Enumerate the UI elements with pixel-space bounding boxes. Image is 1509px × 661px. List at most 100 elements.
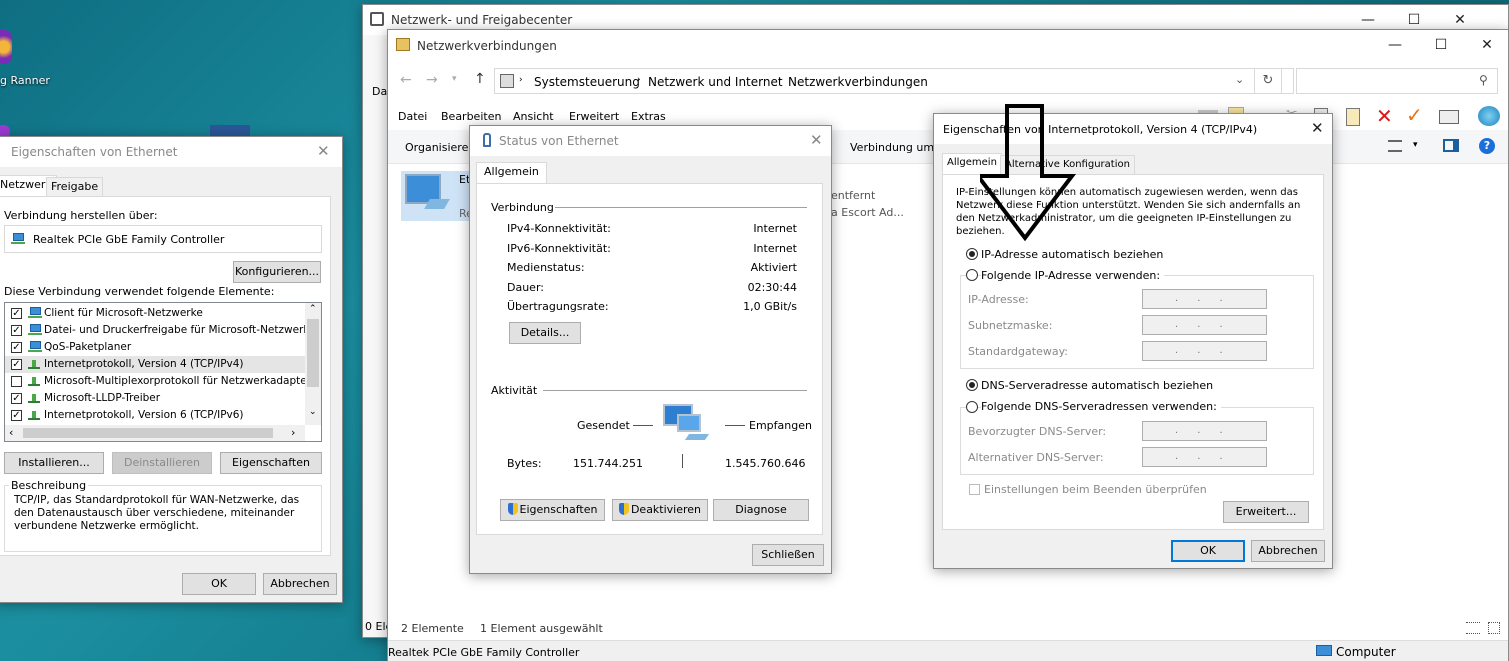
refresh-button[interactable]: ↻ [1254,68,1282,94]
title-bar: Eigenschaften von Ethernet ✕ [0,137,342,167]
menu-erweitert[interactable]: Erweitert [569,110,619,123]
dns2-field[interactable]: . . . [1142,447,1267,467]
breadcrumb-netzwerkverbindungen[interactable]: Netzwerkverbindungen [788,75,928,89]
details-button[interactable]: Details... [509,322,581,344]
disable-button[interactable]: Deaktivieren [612,499,708,521]
menu-ansicht[interactable]: Ansicht [513,110,554,123]
paste-icon[interactable] [1346,108,1360,126]
close-button[interactable]: ✕ [317,142,330,160]
breadcrumb-systemsteuerung[interactable]: Systemsteuerung [534,75,640,89]
ip-auto-radio[interactable] [966,248,978,260]
dns-manual-label[interactable]: Folgende DNS-Serveradressen verwenden: [981,400,1221,413]
component-item[interactable]: ✓ QoS-Paketplaner [5,339,305,356]
configure-button[interactable]: Konfigurieren... [233,261,321,283]
component-item[interactable]: ✓ Microsoft-LLDP-Treiber [5,390,305,407]
component-item[interactable]: Microsoft-Multiplexorprotokoll für Netzw… [5,373,311,390]
component-checkbox[interactable]: ✓ [11,325,22,336]
dns-manual-radio[interactable] [966,401,978,413]
uninstall-button[interactable]: Deinstallieren [112,452,212,474]
subnet-field[interactable]: . . . [1142,315,1267,335]
ip-manual-radio[interactable] [966,269,978,281]
ip-manual-label[interactable]: Folgende IP-Adresse verwenden: [981,269,1165,282]
connection-item-ethernet[interactable]: Eth Re [401,171,477,221]
breadcrumb-sep-icon: › [519,75,523,85]
component-item[interactable]: ✓ Client für Microsoft-Netzwerke [5,305,305,322]
component-item[interactable]: ✓ Datei- und Druckerfreigabe für Microsof… [5,322,316,339]
ok-button[interactable]: OK [1171,540,1245,562]
tab-freigabe[interactable]: Freigabe [46,177,104,197]
close-button[interactable]: ✕ [1464,32,1509,58]
forward-icon[interactable]: → [426,72,438,88]
recent-chevron-icon[interactable]: ▾ [452,74,457,84]
back-icon[interactable]: ← [400,72,412,88]
details-view-icon[interactable] [1466,622,1480,634]
menu-bearbeiten[interactable]: Bearbeiten [441,110,501,123]
large-icons-view-icon[interactable] [1488,622,1500,634]
delete-icon[interactable]: ✕ [1376,104,1393,128]
component-item[interactable]: ✓ Internetprotokoll, Version 4 (TCP/IPv4) [5,356,305,373]
properties-button[interactable]: Eigenschaften [500,499,605,521]
tab-allgemein[interactable]: Allgemein [476,162,547,184]
vertical-scrollbar[interactable]: ⌃ ⌄ [305,303,321,425]
install-button[interactable]: Installieren... [4,452,104,474]
gateway-field[interactable]: . . . [1142,341,1267,361]
rename-connection-button[interactable]: Verbindung umb [850,141,941,154]
close-button[interactable]: ✕ [810,131,823,149]
ok-button[interactable]: OK [182,573,256,595]
component-checkbox[interactable] [11,376,22,387]
diagnose-button[interactable]: Diagnose [713,499,809,521]
preview-pane-icon[interactable] [1443,139,1459,152]
globe-icon[interactable] [1478,106,1500,126]
horizontal-scrollbar[interactable]: ‹ › [5,425,305,441]
received-line [725,425,745,426]
scroll-right-icon[interactable]: › [291,426,295,439]
properties-icon[interactable] [1439,110,1459,124]
maximize-button[interactable]: ☐ [1418,32,1464,58]
close-dialog-button[interactable]: Schließen [752,544,824,566]
menu-extras[interactable]: Extras [631,110,666,123]
cancel-button[interactable]: Abbrechen [263,573,337,595]
component-checkbox[interactable]: ✓ [11,359,22,370]
view-options-icon[interactable] [1388,140,1402,152]
scroll-up-icon[interactable]: ⌃ [309,304,317,314]
view-dropdown-icon[interactable]: ▾ [1413,140,1418,150]
close-button[interactable]: ✕ [1311,119,1324,137]
component-checkbox[interactable]: ✓ [11,393,22,404]
components-list[interactable]: ✓ Client für Microsoft-Netzwerke ✓ Datei- u… [4,302,322,442]
bytes-divider [682,454,683,468]
ip-auto-label[interactable]: IP-Adresse automatisch beziehen [981,248,1163,261]
component-checkbox[interactable]: ✓ [11,410,22,421]
breadcrumb-netzwerk-internet[interactable]: Netzwerk und Internet [648,75,783,89]
ip-address-label: IP-Adresse: [968,293,1029,306]
scroll-left-icon[interactable]: ‹ [9,426,13,439]
scroll-h-thumb[interactable] [23,428,273,438]
monitor-front-icon [677,414,701,432]
dns-auto-label[interactable]: DNS-Serveradresse automatisch beziehen [981,379,1213,392]
ip-address-field[interactable]: . . . [1142,289,1267,309]
properties-button[interactable]: Eigenschaften [220,452,322,474]
organize-button[interactable]: Organisieren [405,141,475,154]
dns-auto-radio[interactable] [966,379,978,391]
address-dropdown-icon[interactable]: ⌄ [1235,73,1244,86]
help-icon[interactable]: ? [1479,138,1495,154]
ethernet-status-dialog: Status von Ethernet ✕ Allgemein Verbindu… [469,125,832,574]
address-bar[interactable]: › Systemsteuerung › Netzwerk und Interne… [494,68,1294,94]
connection-item-2-status[interactable]: entfernt [831,189,875,202]
dns1-field[interactable]: . . . [1142,421,1267,441]
component-item[interactable]: ✓ Internetprotokoll, Version 6 (TCP/IPv6) [5,407,305,424]
component-checkbox[interactable]: ✓ [11,308,22,319]
checkmark-icon[interactable]: ✓ [1406,103,1423,127]
scroll-thumb[interactable] [307,319,319,387]
validate-label[interactable]: Einstellungen beim Beenden überprüfen [984,483,1207,496]
scroll-down-icon[interactable]: ⌄ [309,407,317,417]
up-icon[interactable]: ↑ [474,71,486,87]
search-input[interactable]: ⚲ [1296,68,1498,94]
connection-item-2-adapter[interactable]: a Escort Ad... [831,206,904,219]
advanced-button[interactable]: Erweitert... [1223,501,1309,523]
validate-checkbox[interactable] [969,484,980,495]
cancel-button[interactable]: Abbrechen [1251,540,1325,562]
menu-datei[interactable]: Datei [398,110,427,123]
component-checkbox[interactable]: ✓ [11,342,22,353]
desktop-app-icon[interactable] [0,30,12,64]
minimize-button[interactable]: — [1372,32,1418,58]
